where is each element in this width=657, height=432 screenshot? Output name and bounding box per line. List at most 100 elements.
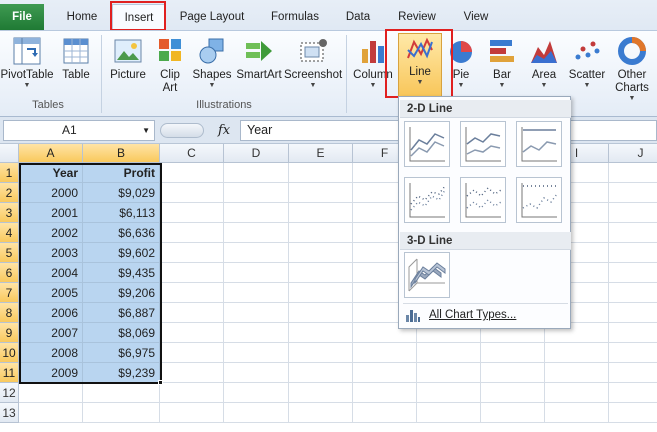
chevron-down-icon[interactable]: ▼ [142, 121, 150, 140]
3d-line-option[interactable] [404, 252, 450, 298]
row-header-4[interactable]: 4 [0, 223, 19, 243]
column-header-e[interactable]: E [289, 144, 353, 163]
formula-bar-divider-handle[interactable] [160, 123, 204, 138]
row-header-6[interactable]: 6 [0, 263, 19, 283]
cell-e10[interactable] [289, 343, 353, 363]
cell-j8[interactable] [609, 303, 657, 323]
cell-f12[interactable] [353, 383, 417, 403]
cell-g13[interactable] [417, 403, 481, 423]
cell-e13[interactable] [289, 403, 353, 423]
cell-d12[interactable] [224, 383, 289, 403]
shapes-button[interactable]: Shapes ▼ [190, 35, 234, 90]
cell-c3[interactable] [160, 203, 224, 223]
profit-cell[interactable]: $9,029 [83, 183, 160, 203]
cell-d11[interactable] [224, 363, 289, 383]
cell-j2[interactable] [609, 183, 657, 203]
cell-d8[interactable] [224, 303, 289, 323]
row-header-2[interactable]: 2 [0, 183, 19, 203]
cell-c11[interactable] [160, 363, 224, 383]
cell-e9[interactable] [289, 323, 353, 343]
cell-c7[interactable] [160, 283, 224, 303]
cell-c10[interactable] [160, 343, 224, 363]
table-button[interactable]: Table [56, 35, 96, 82]
profit-cell[interactable]: $9,435 [83, 263, 160, 283]
cell-e8[interactable] [289, 303, 353, 323]
area-chart-button[interactable]: Area ▼ [524, 35, 564, 90]
cell-e5[interactable] [289, 243, 353, 263]
year-cell[interactable]: 2000 [19, 183, 83, 203]
profit-cell[interactable]: $9,206 [83, 283, 160, 303]
cell-c2[interactable] [160, 183, 224, 203]
cell-j4[interactable] [609, 223, 657, 243]
cell-f10[interactable] [353, 343, 417, 363]
cell-d9[interactable] [224, 323, 289, 343]
cell-d3[interactable] [224, 203, 289, 223]
tab-formulas[interactable]: Formulas [262, 4, 328, 30]
header-cell-year[interactable]: Year [19, 163, 83, 183]
year-cell[interactable]: 2008 [19, 343, 83, 363]
column-header-b[interactable]: B [83, 144, 160, 163]
cell-d7[interactable] [224, 283, 289, 303]
row-header-3[interactable]: 3 [0, 203, 19, 223]
cell-d6[interactable] [224, 263, 289, 283]
cell-j13[interactable] [609, 403, 657, 423]
column-header-c[interactable]: C [160, 144, 224, 163]
profit-cell[interactable]: $6,975 [83, 343, 160, 363]
cell-i11[interactable] [545, 363, 609, 383]
row-header-8[interactable]: 8 [0, 303, 19, 323]
cell-c13[interactable] [160, 403, 224, 423]
fill-handle[interactable] [158, 380, 163, 385]
tab-insert[interactable]: Insert [112, 4, 166, 30]
cell-c6[interactable] [160, 263, 224, 283]
select-all-corner[interactable] [0, 144, 19, 163]
cell-j6[interactable] [609, 263, 657, 283]
cell-g11[interactable] [417, 363, 481, 383]
cell-b13[interactable] [83, 403, 160, 423]
cell-c5[interactable] [160, 243, 224, 263]
row-header-13[interactable]: 13 [0, 403, 19, 423]
cell-a13[interactable] [19, 403, 83, 423]
column-header-a[interactable]: A [19, 144, 83, 163]
tab-view[interactable]: View [454, 4, 498, 30]
cell-h13[interactable] [481, 403, 545, 423]
name-box[interactable]: A1 ▼ [3, 120, 155, 141]
year-cell[interactable]: 2002 [19, 223, 83, 243]
cell-d10[interactable] [224, 343, 289, 363]
cell-i10[interactable] [545, 343, 609, 363]
stacked-line-option[interactable] [460, 121, 506, 167]
profit-cell[interactable]: $6,887 [83, 303, 160, 323]
cell-e2[interactable] [289, 183, 353, 203]
cell-c12[interactable] [160, 383, 224, 403]
cell-e4[interactable] [289, 223, 353, 243]
clipart-button[interactable]: Clip Art [152, 35, 188, 95]
row-header-5[interactable]: 5 [0, 243, 19, 263]
cell-d13[interactable] [224, 403, 289, 423]
row-header-7[interactable]: 7 [0, 283, 19, 303]
cell-i13[interactable] [545, 403, 609, 423]
year-cell[interactable]: 2004 [19, 263, 83, 283]
line-chart-option[interactable] [404, 121, 450, 167]
cell-c9[interactable] [160, 323, 224, 343]
year-cell[interactable]: 2007 [19, 323, 83, 343]
cell-e7[interactable] [289, 283, 353, 303]
tab-data[interactable]: Data [336, 4, 380, 30]
pie-chart-button[interactable]: Pie ▼ [444, 35, 478, 90]
profit-cell[interactable]: $9,239 [83, 363, 160, 383]
cell-g10[interactable] [417, 343, 481, 363]
profit-cell[interactable]: $9,602 [83, 243, 160, 263]
cell-c8[interactable] [160, 303, 224, 323]
column-header-d[interactable]: D [224, 144, 289, 163]
picture-button[interactable]: Picture [106, 35, 150, 82]
percent-stacked-line-option[interactable] [516, 121, 562, 167]
cell-c4[interactable] [160, 223, 224, 243]
bar-chart-button[interactable]: Bar ▼ [482, 35, 522, 90]
line-chart-button[interactable]: Line ▼ [398, 33, 442, 97]
year-cell[interactable]: 2001 [19, 203, 83, 223]
column-header-j[interactable]: J [609, 144, 657, 163]
cell-h12[interactable] [481, 383, 545, 403]
header-cell-profit[interactable]: Profit [83, 163, 160, 183]
cell-e3[interactable] [289, 203, 353, 223]
cell-j12[interactable] [609, 383, 657, 403]
cell-j7[interactable] [609, 283, 657, 303]
cell-j11[interactable] [609, 363, 657, 383]
